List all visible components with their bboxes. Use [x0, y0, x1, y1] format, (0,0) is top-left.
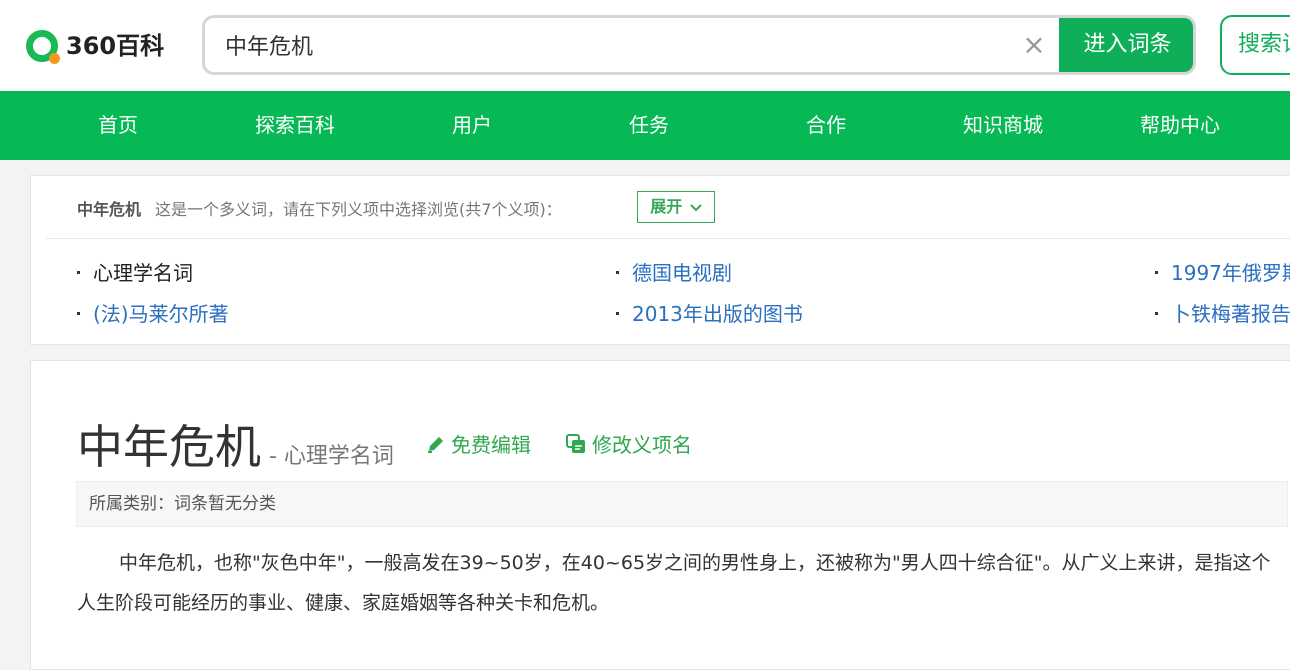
sense-item[interactable]: 德国电视剧 — [632, 257, 732, 286]
bullet-icon — [616, 271, 619, 274]
category-bar: 所属类别：词条暂无分类 — [76, 481, 1288, 527]
edit-button[interactable]: 免费编辑 — [427, 429, 531, 458]
search-box: × 进入词条 — [202, 15, 1196, 75]
polysemy-term: 中年危机 — [77, 200, 142, 219]
enter-entry-button[interactable]: 进入词条 — [1059, 18, 1193, 72]
search-entry-button[interactable]: 搜索词条 — [1220, 15, 1290, 75]
nav-item-explore[interactable]: 探索百科 — [235, 91, 355, 160]
entry-subtitle: - 心理学名词 — [269, 444, 394, 469]
sense-item[interactable]: 2013年出版的图书 — [632, 298, 803, 327]
rename-sense-button[interactable]: 修改义项名 — [566, 429, 692, 458]
sense-item[interactable]: 1997年俄罗斯 — [1171, 257, 1290, 286]
page-title: 中年危机 — [77, 420, 261, 474]
pencil-icon — [428, 436, 443, 453]
logo-mark-icon — [26, 30, 60, 64]
bullet-icon — [77, 312, 80, 315]
main-nav: 首页 探索百科 用户 任务 合作 知识商城 帮助中心 — [0, 91, 1290, 160]
entry-panel: 中年危机 - 心理学名词 免费编辑 修改义项名 所属类别：词条暂无分类 中年危机… — [30, 360, 1290, 670]
nav-item-users[interactable]: 用户 — [412, 91, 532, 160]
polysemy-header: 中年危机 这是一个多义词，请在下列义项中选择浏览(共7个义项)： — [77, 196, 562, 220]
sense-item[interactable]: (法)马莱尔所著 — [93, 298, 229, 327]
search-input[interactable] — [225, 18, 1005, 72]
nav-item-help[interactable]: 帮助中心 — [1120, 91, 1240, 160]
clear-icon[interactable]: × — [1019, 30, 1049, 60]
expand-label: 展开 — [650, 197, 683, 216]
nav-item-cooperation[interactable]: 合作 — [766, 91, 886, 160]
rename-icon — [566, 433, 585, 453]
bullet-icon — [77, 271, 80, 274]
bullet-icon — [1155, 271, 1158, 274]
chevron-down-icon — [690, 203, 702, 211]
logo-text: 360百科 — [66, 32, 165, 60]
nav-item-tasks[interactable]: 任务 — [589, 91, 709, 160]
nav-item-home[interactable]: 首页 — [58, 91, 178, 160]
bullet-icon — [1155, 312, 1158, 315]
rename-label: 修改义项名 — [592, 433, 692, 457]
polysemy-description: 这是一个多义词，请在下列义项中选择浏览(共7个义项)： — [155, 200, 562, 219]
sense-item-current: 心理学名词 — [93, 261, 193, 285]
bullet-icon — [616, 312, 619, 315]
expand-button[interactable]: 展开 — [637, 191, 715, 223]
logo[interactable]: 360百科 — [26, 30, 165, 64]
nav-item-store[interactable]: 知识商城 — [943, 91, 1063, 160]
entry-title-row: 中年危机 - 心理学名词 — [77, 411, 394, 474]
sense-item[interactable]: 卜铁梅著报告 — [1171, 298, 1290, 327]
polysemy-panel: 中年危机 这是一个多义词，请在下列义项中选择浏览(共7个义项)： 展开 心理学名… — [30, 175, 1290, 345]
divider — [46, 238, 1290, 239]
header: 360百科 × 进入词条 搜索词条 — [0, 0, 1290, 91]
entry-summary: 中年危机，也称"灰色中年"，一般高发在39~50岁，在40~65岁之间的男性身上… — [77, 552, 1271, 614]
edit-label: 免费编辑 — [451, 433, 531, 457]
